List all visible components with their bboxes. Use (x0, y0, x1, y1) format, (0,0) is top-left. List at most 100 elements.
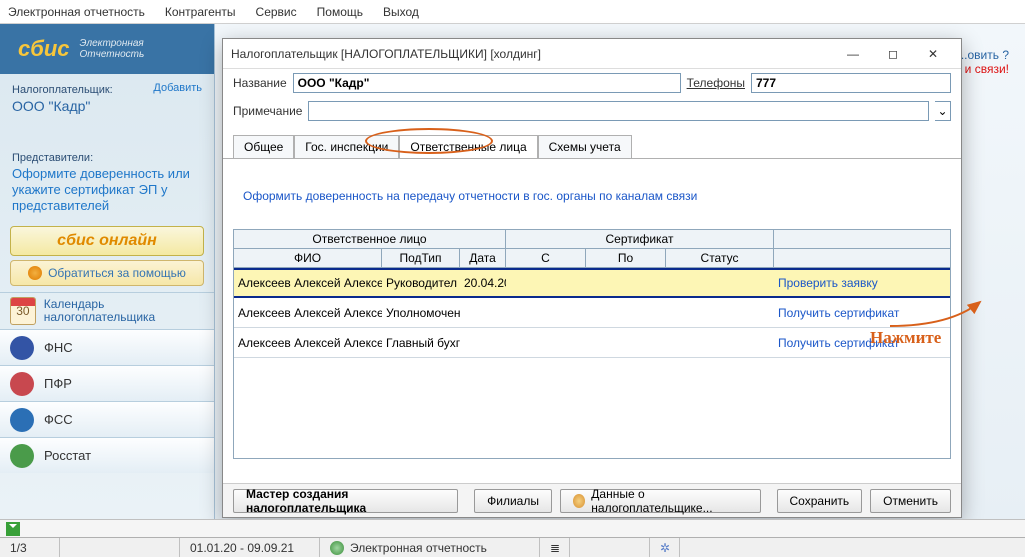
close-button[interactable]: ✕ (913, 42, 953, 66)
menu-item[interactable]: Сервис (256, 5, 297, 19)
add-taxpayer-link[interactable]: Добавить (153, 82, 202, 94)
wizard-button[interactable]: Мастер создания налогоплательщика (233, 489, 458, 513)
cell-from (506, 341, 586, 345)
grid-header-group-certificate: Сертификат (506, 230, 774, 248)
grid-col-status: Статус (666, 249, 774, 267)
phones-label: Телефоны (687, 76, 745, 90)
cell-from (506, 281, 586, 285)
status-page: 1/3 (0, 538, 60, 557)
menu-item[interactable]: Выход (383, 5, 419, 19)
db-icon: ≣ (550, 541, 560, 555)
cell-date (460, 341, 506, 345)
cell-to (586, 281, 666, 285)
cell-status (666, 311, 774, 315)
status-empty1 (60, 538, 180, 557)
titlebar: Налогоплательщик [НАЛОГОПЛАТЕЛЬЩИКИ] [хо… (223, 39, 961, 69)
tab-general[interactable]: Общее (233, 135, 294, 158)
branches-button[interactable]: Филиалы (474, 489, 552, 513)
calendar-label: Календарь налогоплательщика (44, 298, 204, 324)
cell-status (666, 281, 774, 285)
brand: сбис (18, 36, 70, 62)
logo: сбис ЭлектроннаяОтчетность (0, 24, 214, 74)
statusbar: 1/3 01.01.20 - 09.09.21 Электронная отче… (0, 537, 1025, 557)
cell-type: Руководител (382, 274, 460, 292)
pfr-icon (10, 372, 34, 396)
download-icon[interactable] (6, 522, 20, 536)
grid-header-group-empty (774, 230, 950, 248)
table-row[interactable]: Алексеев Алексей АлексееРуководител20.04… (234, 268, 950, 298)
brand-sub: ЭлектроннаяОтчетность (80, 38, 145, 60)
grid-header-group-responsible: Ответственное лицо (234, 230, 506, 248)
table-row[interactable]: Алексеев Алексей АлексееГлавный бухгПолу… (234, 328, 950, 358)
cell-action-link[interactable]: Проверить заявку (774, 274, 950, 292)
tab-schemes[interactable]: Схемы учета (538, 135, 632, 158)
status-dates: 01.01.20 - 09.09.21 (180, 538, 320, 557)
sbis-online-button[interactable]: сбис онлайн (10, 226, 204, 256)
cell-type: Уполномочен (382, 304, 460, 322)
taxpayer-data-button[interactable]: Данные о налогоплательщике... (560, 489, 761, 513)
bg-hint: ...овить ? и связи! (957, 48, 1009, 76)
cell-fio: Алексеев Алексей Алексее (234, 274, 382, 292)
cell-fio: Алексеев Алексей Алексее (234, 304, 382, 322)
rosstat-icon (10, 444, 34, 468)
download-bar (0, 519, 1025, 537)
dialog-footer: Мастер создания налогоплательщика Филиал… (223, 483, 961, 517)
fss-icon (10, 408, 34, 432)
grid-col-from: С (506, 249, 586, 267)
menu-item[interactable]: Электронная отчетность (8, 5, 145, 19)
table-row[interactable]: Алексеев Алексей АлексееУполномочен Получ… (234, 298, 950, 328)
cell-date (460, 311, 506, 315)
cell-action-link[interactable]: Получить сертификат (774, 334, 950, 352)
sidebar-item-fss[interactable]: ФСС (0, 401, 214, 437)
persons-grid: Ответственное лицо Сертификат ФИО ПодТип… (233, 229, 951, 459)
tab-responsible-persons[interactable]: Ответственные лица (399, 135, 537, 158)
tab-inspections[interactable]: Гос. инспекции (294, 135, 399, 158)
grid-col-fio: ФИО (234, 249, 382, 267)
sidebar-item-fns[interactable]: ФНС (0, 329, 214, 365)
dialog-title: Налогоплательщик [НАЛОГОПЛАТЕЛЬЩИКИ] [хо… (231, 47, 833, 61)
representatives-label: Представители: (12, 152, 202, 164)
help-icon (28, 266, 42, 280)
cell-action-link[interactable]: Получить сертификат (774, 304, 950, 322)
phones-input[interactable] (751, 73, 951, 93)
sidebar-item-rosstat[interactable]: Росстат (0, 437, 214, 473)
cell-to (586, 311, 666, 315)
status-stamp-icon-cell: ✲ (650, 538, 680, 557)
tabs: Общее Гос. инспекции Ответственные лица … (223, 125, 961, 159)
ask-help-button[interactable]: Обратиться за помощью (10, 260, 204, 286)
note-dropdown-icon[interactable]: ⌄ (935, 101, 951, 121)
stamp-icon: ✲ (660, 541, 670, 555)
grid-col-subtype: ПодТип (382, 249, 460, 267)
save-button[interactable]: Сохранить (777, 489, 863, 513)
minimize-button[interactable]: — (833, 42, 873, 66)
menu-item[interactable]: Помощь (317, 5, 363, 19)
cell-fio: Алексеев Алексей Алексее (234, 334, 382, 352)
note-input[interactable] (308, 101, 929, 121)
person-icon (573, 494, 585, 508)
fns-icon (10, 336, 34, 360)
tab-content: Оформить доверенность на передачу отчетн… (223, 159, 961, 483)
globe-icon (330, 541, 344, 555)
status-app: Электронная отчетность (320, 538, 540, 557)
cell-status (666, 341, 774, 345)
taxpayer-label: Налогоплательщик: (12, 84, 113, 96)
cell-date: 20.04.20 (460, 274, 506, 292)
calendar-link[interactable]: 30 Календарь налогоплательщика (0, 292, 214, 329)
cancel-button[interactable]: Отменить (870, 489, 951, 513)
cell-from (506, 311, 586, 315)
menu-item[interactable]: Контрагенты (165, 5, 236, 19)
status-db-icon-cell: ≣ (540, 538, 570, 557)
maximize-button[interactable]: ◻ (873, 42, 913, 66)
note-label: Примечание (233, 104, 302, 118)
grid-col-date: Дата (460, 249, 506, 267)
sidebar: сбис ЭлектроннаяОтчетность Налогоплатель… (0, 24, 215, 520)
name-label: Название (233, 76, 287, 90)
sidebar-item-pfr[interactable]: ПФР (0, 365, 214, 401)
status-gap (570, 538, 650, 557)
grid-col-to: По (586, 249, 666, 267)
cell-to (586, 341, 666, 345)
name-input[interactable] (293, 73, 681, 93)
representatives-action-link[interactable]: Оформите доверенность или укажите сертиф… (12, 166, 202, 214)
create-poa-link[interactable]: Оформить доверенность на передачу отчетн… (243, 189, 951, 203)
taxpayer-name[interactable]: ООО "Кадр" (12, 98, 202, 114)
